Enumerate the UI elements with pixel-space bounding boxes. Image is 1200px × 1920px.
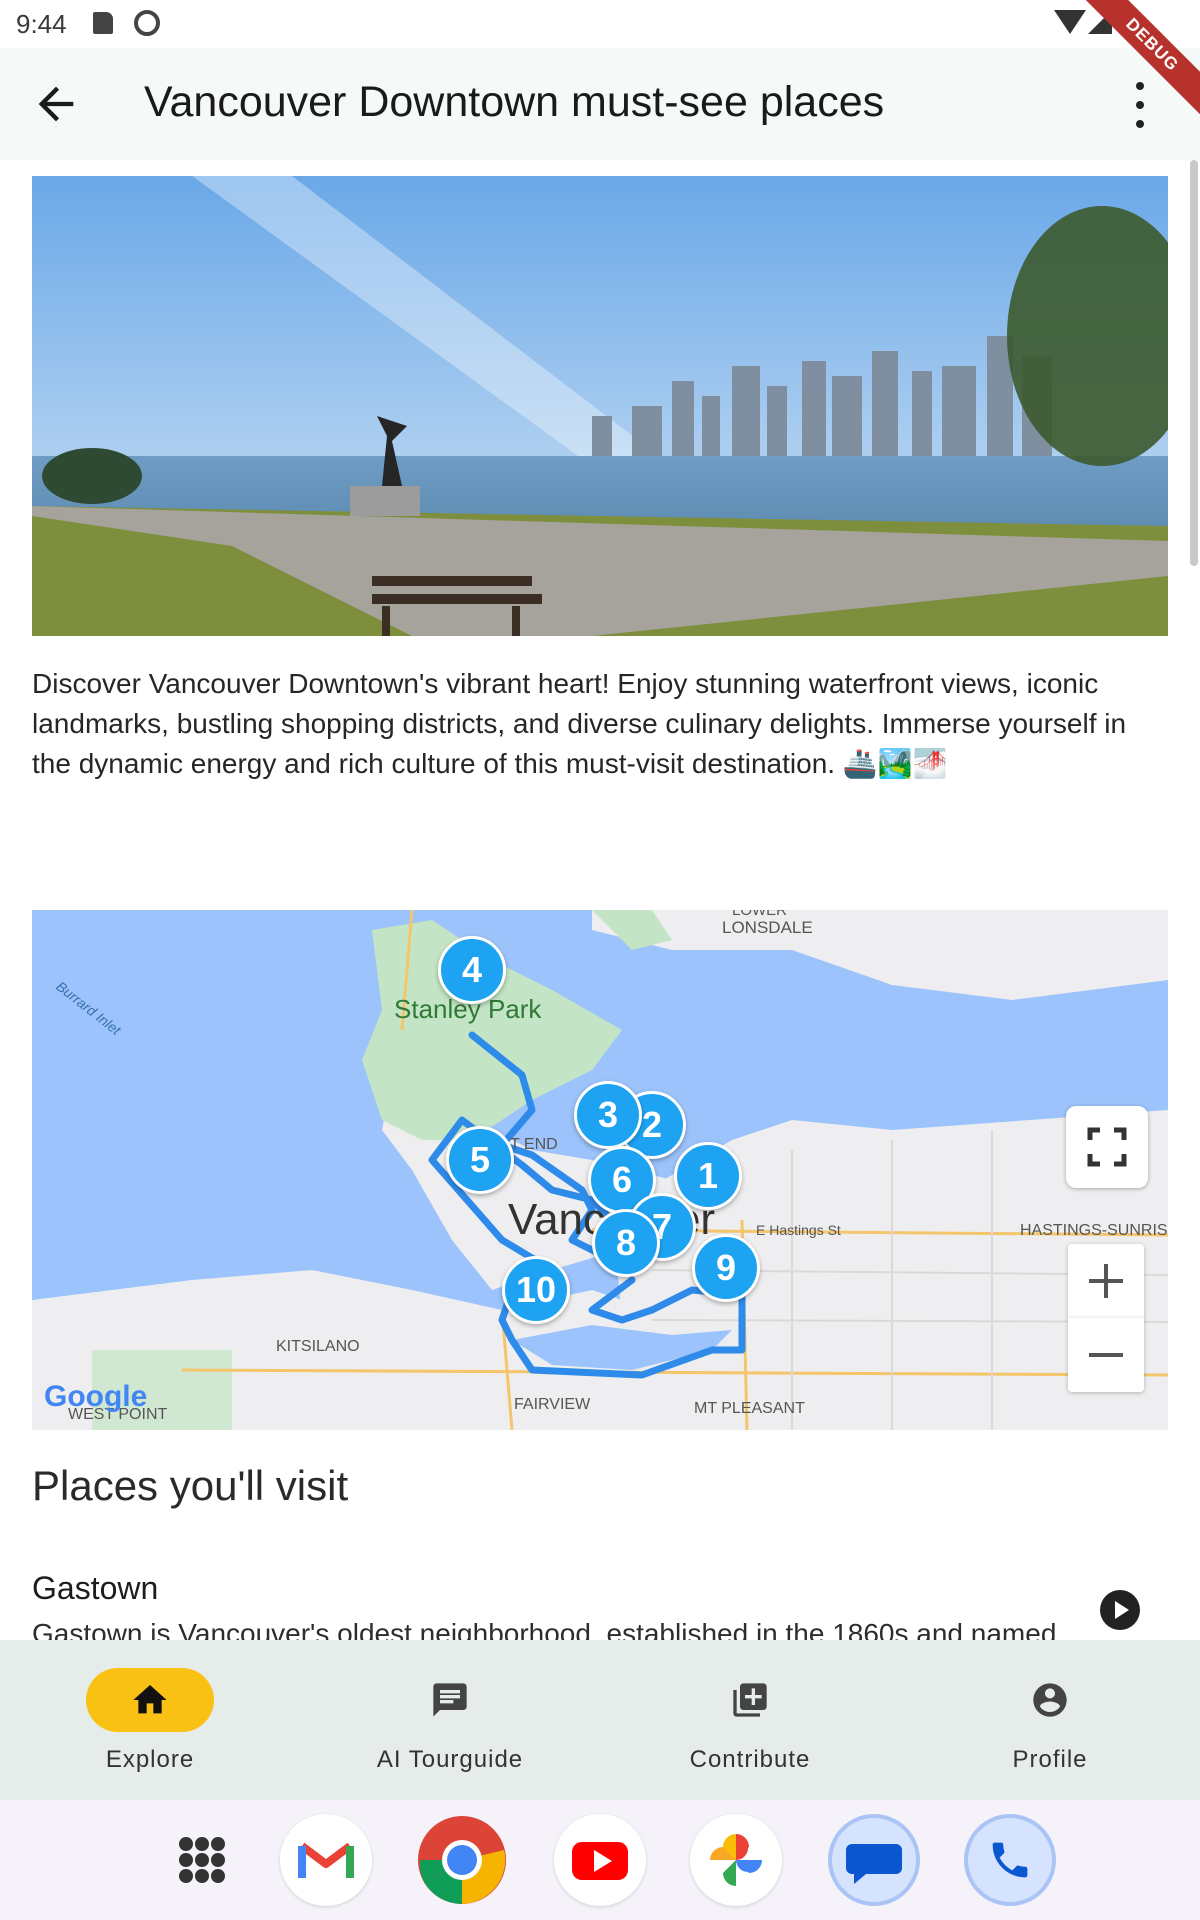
sd-card-icon — [93, 12, 113, 34]
map-label-hastings-sunrise: HASTINGS-SUNRIS — [1020, 1222, 1168, 1239]
photos-icon[interactable] — [690, 1814, 782, 1906]
chrome-icon[interactable] — [416, 1814, 508, 1906]
arrow-back-icon — [38, 86, 74, 122]
map-marker-8[interactable]: 8 — [592, 1209, 660, 1277]
fullscreen-button[interactable] — [1066, 1106, 1148, 1188]
places-section-title: Places you'll visit — [32, 1462, 349, 1509]
nav-label-explore: Explore — [105, 1746, 195, 1773]
android-icon — [134, 10, 160, 36]
hero-image — [32, 176, 1168, 636]
gmail-icon[interactable] — [280, 1814, 372, 1906]
home-icon — [133, 1685, 167, 1714]
place-snippet: Gastown is Vancouver's oldest neighborho… — [32, 1618, 1057, 1640]
map-label-lonsdale: LONSDALE — [722, 918, 813, 937]
youtube-icon[interactable] — [554, 1814, 646, 1906]
tour-description: Discover Vancouver Downtown's vibrant he… — [32, 668, 1127, 779]
nav-label-ai-tourguide: AI Tourguide — [376, 1746, 524, 1773]
account-circle-icon — [1033, 1683, 1067, 1717]
bottom-navigation: Explore AI Tourguide Contribute Profile — [0, 1640, 1200, 1800]
chat-icon — [433, 1683, 467, 1717]
fullscreen-icon — [1087, 1127, 1127, 1167]
map-label-west-end: T END — [510, 1136, 558, 1153]
app-bar: Vancouver Downtown must-see places — [0, 48, 1200, 160]
map-marker-1[interactable]: 1 — [674, 1142, 742, 1210]
place-name[interactable]: Gastown — [32, 1570, 158, 1607]
more-vert-icon — [1136, 82, 1144, 90]
more-options-button[interactable] — [1128, 82, 1152, 128]
back-button[interactable] — [30, 78, 82, 130]
nav-label-contribute: Contribute — [689, 1746, 811, 1773]
play-audio-button[interactable] — [1100, 1590, 1140, 1630]
map-marker-5[interactable]: 5 — [446, 1126, 514, 1194]
add-box-icon — [733, 1683, 767, 1717]
status-bar: 9:44 — [0, 0, 1200, 48]
map-label-mt-pleasant: MT PLEASANT — [694, 1400, 805, 1417]
zoom-out-button[interactable] — [1068, 1318, 1144, 1392]
map-label-kitsilano: KITSILANO — [276, 1338, 360, 1355]
nav-item-contribute[interactable]: Contribute — [600, 1640, 900, 1800]
page-title: Vancouver Downtown must-see places — [144, 78, 885, 126]
messages-icon[interactable] — [828, 1814, 920, 1906]
map-label-fairview: FAIRVIEW — [514, 1396, 591, 1413]
nav-item-profile[interactable]: Profile — [900, 1640, 1200, 1800]
content-scroll-area[interactable]: Discover Vancouver Downtown's vibrant he… — [0, 160, 1200, 1640]
map-marker-4[interactable]: 4 — [438, 936, 506, 1004]
google-logo: Google — [44, 1380, 148, 1413]
app-dock — [0, 1800, 1200, 1920]
nav-label-profile: Profile — [1012, 1746, 1088, 1773]
map-marker-3[interactable]: 3 — [574, 1081, 642, 1149]
map-marker-10[interactable]: 10 — [502, 1256, 570, 1324]
wifi-icon — [1054, 10, 1086, 34]
phone-icon[interactable] — [964, 1814, 1056, 1906]
map-marker-9[interactable]: 9 — [692, 1234, 760, 1302]
nav-item-ai-tourguide[interactable]: AI Tourguide — [300, 1640, 600, 1800]
zoom-in-button[interactable] — [1068, 1244, 1144, 1318]
scrollbar[interactable] — [1190, 160, 1198, 566]
app-drawer-icon[interactable] — [156, 1814, 248, 1906]
status-time: 9:44 — [16, 9, 67, 39]
minus-icon — [1089, 1353, 1123, 1357]
nav-item-explore[interactable]: Explore — [0, 1640, 300, 1800]
map-label-e-hastings: E Hastings St — [756, 1222, 841, 1238]
plus-icon — [1089, 1264, 1123, 1298]
